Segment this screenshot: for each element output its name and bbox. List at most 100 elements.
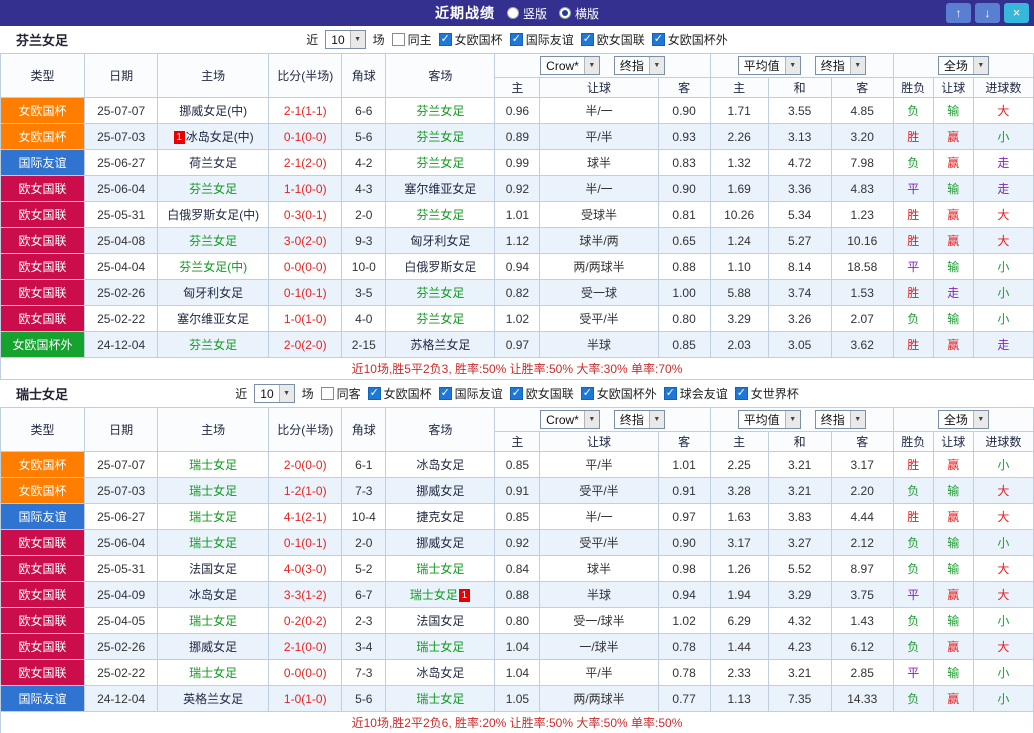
odds-time-select[interactable]: 终指 ▼: [613, 56, 665, 75]
up-arrow-button[interactable]: ↑: [946, 3, 971, 23]
home-team-link[interactable]: 冰岛女足: [157, 581, 270, 608]
league-checkbox-0[interactable]: 女欧国杯: [367, 385, 432, 402]
avg-draw-odds: 5.27: [767, 227, 832, 254]
recent-count-select[interactable]: 10 ▼: [325, 30, 366, 49]
odds-away: 0.98: [657, 555, 711, 582]
bookmaker-select[interactable]: Crow* ▼: [540, 410, 600, 429]
results-table: 类型 日期 主场 比分(半场) 角球 客场 Crow* ▼ 终指 ▼ 平均值 ▼ 终指 ▼ 全场 ▼ 主让球客主…: [0, 53, 1034, 380]
away-team-link[interactable]: 芬兰女足: [385, 201, 496, 228]
result-goals: 大: [972, 201, 1034, 228]
odds-away: 0.81: [657, 201, 711, 228]
away-team-link[interactable]: 匈牙利女足: [385, 227, 496, 254]
away-team-link[interactable]: 捷克女足: [385, 503, 496, 530]
radio-vertical[interactable]: 竖版: [506, 5, 547, 22]
away-team-link[interactable]: 法国女足: [385, 607, 496, 634]
window-controls: ↑ ↓ ×: [946, 3, 1029, 23]
average-select[interactable]: 平均值 ▼: [737, 56, 801, 75]
away-team-link[interactable]: 苏格兰女足: [385, 331, 496, 358]
table-row: 欧女国联 25-06-04 瑞士女足 0-1(0-1) 2-0 挪威女足 0.92 受平/半 0…: [0, 529, 1034, 556]
recent-count-select[interactable]: 10 ▼: [254, 384, 295, 403]
home-team-link[interactable]: 瑞士女足: [157, 529, 270, 556]
avg-time-select[interactable]: 终指 ▼: [814, 410, 866, 429]
avg-time-select[interactable]: 终指 ▼: [814, 56, 866, 75]
same-venue-checkbox[interactable]: 同客: [320, 385, 361, 402]
odds-handicap: 受平/半: [539, 529, 659, 556]
match-type: 女欧国杯: [0, 123, 86, 150]
match-date: 24-12-04: [84, 331, 159, 358]
col-header-corner: 角球: [341, 53, 387, 98]
away-team-link[interactable]: 芬兰女足: [385, 97, 496, 124]
league-checkbox-2[interactable]: 欧女国联: [509, 385, 574, 402]
home-team-link[interactable]: 挪威女足(中): [157, 97, 270, 124]
scope-select[interactable]: 全场 ▼: [937, 56, 989, 75]
result-outcome: 负: [892, 633, 934, 660]
away-team-link[interactable]: 塞尔维亚女足: [385, 175, 496, 202]
home-team-link[interactable]: 英格兰女足: [157, 685, 270, 712]
average-select-value: 平均值: [743, 413, 780, 427]
avg-away-odds: 8.97: [830, 555, 894, 582]
league-checkbox-5[interactable]: 女世界杯: [734, 385, 799, 402]
odds-home: 0.97: [494, 331, 541, 358]
home-team-link[interactable]: 芬兰女足: [157, 175, 270, 202]
same-venue-checkbox[interactable]: 同主: [391, 31, 432, 48]
home-team-link[interactable]: 瑞士女足: [157, 451, 270, 478]
scope-select[interactable]: 全场 ▼: [937, 410, 989, 429]
result-outcome: 胜: [892, 331, 934, 358]
league-checkbox-4[interactable]: 球会友谊: [663, 385, 728, 402]
home-team-link[interactable]: 瑞士女足: [157, 477, 270, 504]
home-team-link[interactable]: 塞尔维亚女足: [157, 305, 270, 332]
average-select[interactable]: 平均值 ▼: [737, 410, 801, 429]
close-button[interactable]: ×: [1004, 3, 1029, 23]
recent-count-select-value: 10: [260, 386, 274, 401]
result-outcome: 胜: [892, 227, 934, 254]
away-team-link[interactable]: 芬兰女足: [385, 123, 496, 150]
away-team-link[interactable]: 冰岛女足: [385, 659, 496, 686]
away-team-link[interactable]: 瑞士女足: [385, 685, 496, 712]
home-team-link[interactable]: 瑞士女足: [157, 607, 270, 634]
away-team-link[interactable]: 瑞士女足: [385, 633, 496, 660]
home-team-link[interactable]: 瑞士女足: [157, 659, 270, 686]
bookmaker-select[interactable]: Crow* ▼: [540, 56, 600, 75]
match-type: 欧女国联: [0, 279, 86, 306]
home-team-link[interactable]: 匈牙利女足: [157, 279, 270, 306]
away-team-link[interactable]: 芬兰女足: [385, 305, 496, 332]
league-checkbox-0[interactable]: 女欧国杯: [438, 31, 503, 48]
away-team-link[interactable]: 挪威女足: [385, 529, 496, 556]
home-team-link[interactable]: 法国女足: [157, 555, 270, 582]
away-team-link[interactable]: 瑞士女足: [385, 555, 496, 582]
home-team-link[interactable]: 白俄罗斯女足(中): [157, 201, 270, 228]
result-outcome: 负: [892, 477, 934, 504]
home-team-link[interactable]: 1 冰岛女足(中): [157, 123, 270, 150]
away-team-link[interactable]: 白俄罗斯女足: [385, 253, 496, 280]
away-team-link[interactable]: 冰岛女足: [385, 451, 496, 478]
league-checkbox-1[interactable]: 国际友谊: [438, 385, 503, 402]
odds-away: 0.97: [657, 503, 711, 530]
sub-column-header: 主: [494, 431, 541, 452]
away-team-link[interactable]: 挪威女足: [385, 477, 496, 504]
away-team-link[interactable]: 芬兰女足: [385, 279, 496, 306]
home-team-link[interactable]: 瑞士女足: [157, 503, 270, 530]
league-checkbox-2[interactable]: 欧女国联: [580, 31, 645, 48]
filter-row: 芬兰女足 近 10 ▼ 场 同主 女欧国杯 国际友谊 欧女国联 女欧国杯外: [0, 26, 1034, 53]
corner-count: 5-6: [341, 123, 387, 150]
away-team-link[interactable]: 瑞士女足 1: [385, 581, 496, 608]
home-team-link[interactable]: 芬兰女足: [157, 331, 270, 358]
match-type: 欧女国联: [0, 581, 86, 608]
league-checkbox-3[interactable]: 女欧国杯外: [580, 385, 657, 402]
odds-time-select[interactable]: 终指 ▼: [613, 410, 665, 429]
match-date: 25-07-07: [84, 451, 159, 478]
home-team-link[interactable]: 荷兰女足: [157, 149, 270, 176]
home-team-link[interactable]: 芬兰女足(中): [157, 253, 270, 280]
down-arrow-button[interactable]: ↓: [975, 3, 1000, 23]
odds-home: 1.01: [494, 201, 541, 228]
home-team-link[interactable]: 挪威女足: [157, 633, 270, 660]
odds-home: 0.94: [494, 253, 541, 280]
match-date: 25-06-27: [84, 149, 159, 176]
chevron-down-icon: ▼: [849, 411, 865, 428]
league-checkbox-1[interactable]: 国际友谊: [509, 31, 574, 48]
radio-horizontal[interactable]: 横版: [559, 5, 599, 22]
home-team-link[interactable]: 芬兰女足: [157, 227, 270, 254]
away-team-link[interactable]: 芬兰女足: [385, 149, 496, 176]
corner-count: 7-3: [341, 477, 387, 504]
league-checkbox-3[interactable]: 女欧国杯外: [651, 31, 728, 48]
